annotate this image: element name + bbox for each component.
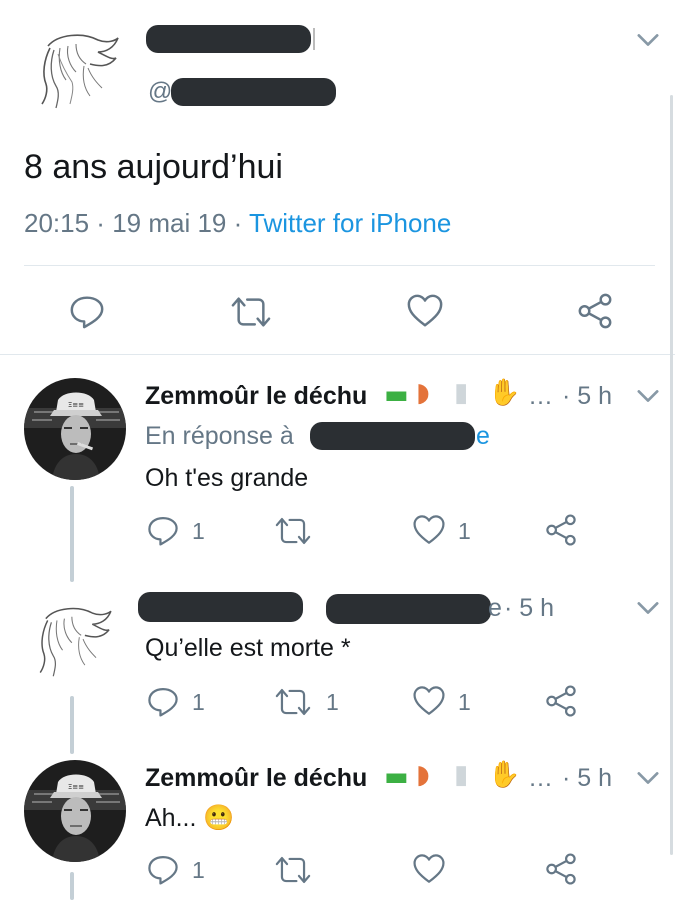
- handle-tail: e: [488, 594, 502, 622]
- water-pistol-emoji: ▬: [384, 380, 409, 410]
- reply-icon[interactable]: [146, 852, 180, 886]
- sketch-portrait-icon: [39, 607, 112, 677]
- reply-icon[interactable]: [146, 684, 180, 718]
- thread-line: [70, 872, 74, 900]
- like-count: 1: [458, 518, 471, 544]
- divider: [0, 354, 675, 355]
- man-with-cap-photo: Ξ≡≡: [24, 760, 126, 862]
- water-pistol-emoji: ▬: [384, 762, 409, 792]
- reply-icon[interactable]: [146, 513, 180, 547]
- retweet-icon[interactable]: [274, 514, 312, 548]
- reply-count: 1: [192, 518, 205, 544]
- tweet-time: 20:15: [24, 208, 90, 238]
- avatar[interactable]: [24, 600, 126, 686]
- sketch-portrait-icon: [41, 34, 119, 109]
- avatar[interactable]: Ξ≡≡: [24, 760, 126, 862]
- chevron-down-icon[interactable]: [636, 770, 660, 786]
- share-icon[interactable]: [544, 852, 578, 886]
- shrimp-emoji: ◗: [416, 760, 430, 790]
- tweet-source-link[interactable]: Twitter for iPhone: [249, 208, 451, 238]
- avatar[interactable]: Ξ≡≡: [24, 378, 126, 480]
- display-name[interactable]: Zemmoûr le déchu: [145, 382, 367, 411]
- reply-text: Ah... 😬: [145, 804, 235, 832]
- divider: [24, 265, 655, 266]
- chevron-down-icon[interactable]: [636, 600, 660, 616]
- thread-line: [70, 696, 74, 754]
- reply-count: 1: [192, 689, 205, 715]
- ellipsis: …: [528, 382, 553, 410]
- redacted-handle: [171, 78, 336, 106]
- tweet-text: 8 ans aujourd’hui: [24, 148, 283, 186]
- milk-glass-emoji: ▮: [454, 378, 469, 408]
- retweet-icon[interactable]: [274, 685, 312, 719]
- in-reply-to-link[interactable]: e: [476, 422, 490, 451]
- timestamp: · 5 h: [562, 764, 613, 792]
- meta-separator: ·: [89, 208, 113, 238]
- reply-text: Qu’elle est morte *: [145, 634, 351, 662]
- reply-icon[interactable]: [68, 292, 106, 330]
- share-icon[interactable]: [576, 292, 614, 330]
- timestamp: · 5 h: [562, 382, 613, 410]
- redacted-display-name: [146, 25, 311, 53]
- handle-at-sign: @: [148, 78, 173, 105]
- retweet-icon[interactable]: [274, 853, 312, 887]
- chevron-down-icon[interactable]: [636, 32, 660, 48]
- scrollbar[interactable]: [670, 95, 673, 855]
- svg-text:Ξ≡≡: Ξ≡≡: [68, 401, 84, 409]
- milk-glass-emoji: ▮: [454, 760, 469, 790]
- reply-count: 1: [192, 857, 205, 883]
- retweet-count: 1: [326, 689, 339, 715]
- like-count: 1: [458, 689, 471, 715]
- display-name[interactable]: Zemmoûr le déchu: [145, 764, 367, 793]
- meta-separator: ·: [226, 208, 250, 238]
- ok-hand-emoji: ✋: [488, 378, 521, 408]
- heart-icon[interactable]: [412, 513, 446, 547]
- redacted-handle: [326, 594, 491, 624]
- man-with-cap-photo: Ξ≡≡: [24, 378, 126, 480]
- heart-icon[interactable]: [412, 684, 446, 718]
- text-cursor: [313, 28, 315, 50]
- avatar[interactable]: [28, 26, 120, 112]
- heart-icon[interactable]: [412, 852, 446, 886]
- redacted-display-name: [138, 592, 303, 622]
- chevron-down-icon[interactable]: [636, 388, 660, 404]
- ok-hand-emoji: ✋: [488, 760, 521, 790]
- reply-text: Oh t'es grande: [145, 464, 309, 492]
- timestamp: · 5 h: [504, 594, 555, 622]
- retweet-icon[interactable]: [230, 293, 272, 331]
- share-icon[interactable]: [544, 513, 578, 547]
- tweet-meta: 20:15 · 19 mai 19 · Twitter for iPhone: [24, 208, 451, 239]
- thread-line: [70, 486, 74, 582]
- redacted-handle: [310, 422, 475, 450]
- in-reply-to-label: En réponse à: [145, 422, 294, 450]
- shrimp-emoji: ◗: [416, 378, 430, 408]
- share-icon[interactable]: [544, 684, 578, 718]
- heart-icon[interactable]: [406, 292, 444, 330]
- tweet-date: 19 mai 19: [112, 208, 227, 238]
- svg-text:Ξ≡≡: Ξ≡≡: [68, 783, 84, 791]
- ellipsis: …: [528, 764, 553, 792]
